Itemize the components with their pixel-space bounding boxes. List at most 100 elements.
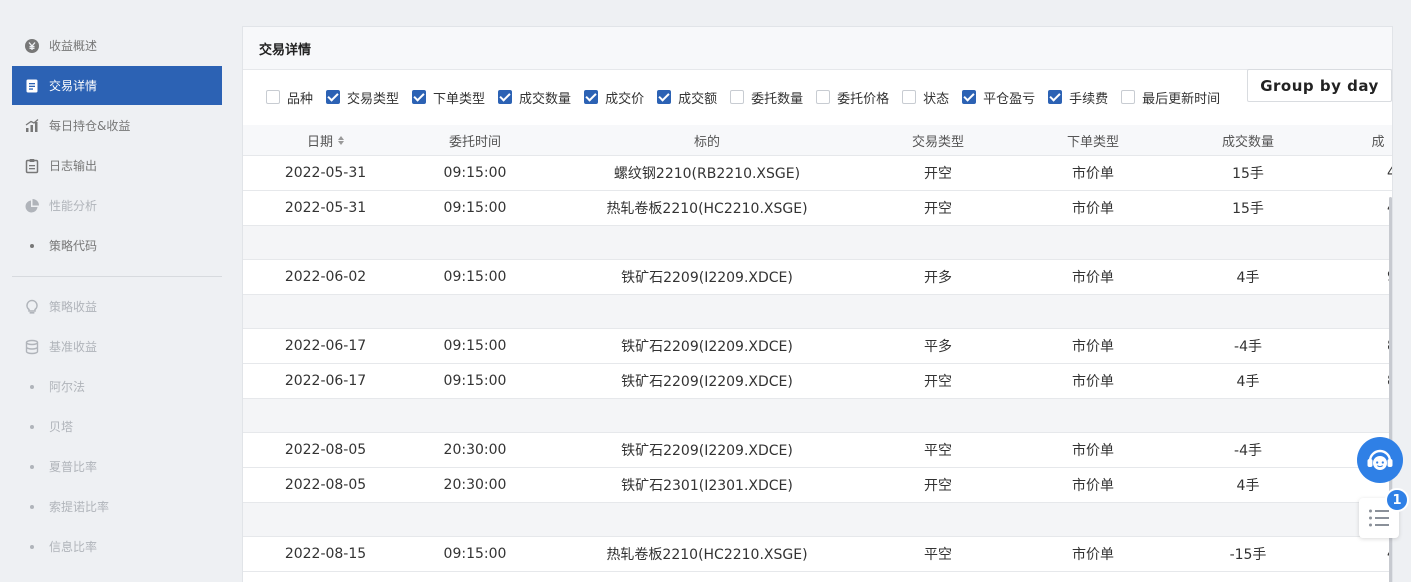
notification-badge: 1 xyxy=(1385,488,1409,512)
checkbox-unchecked-icon[interactable] xyxy=(266,90,280,104)
filter-checkbox-6[interactable]: 委托数量 xyxy=(730,88,803,107)
document-icon xyxy=(24,78,40,94)
sidebar-item-label: 日志输出 xyxy=(49,159,98,173)
cell-date: 2022-05-31 xyxy=(284,200,367,216)
filter-checkbox-7[interactable]: 委托价格 xyxy=(816,88,889,107)
sidebar-item-4[interactable]: 性能分析 xyxy=(12,186,222,225)
cell-trade_type: 开多 xyxy=(924,270,952,286)
cell-date: 2022-08-15 xyxy=(284,546,367,562)
cell-date: 2022-06-02 xyxy=(284,269,367,285)
filter-checkbox-0[interactable]: 品种 xyxy=(266,88,313,107)
cell-order_type: 市价单 xyxy=(1072,339,1114,355)
lightbulb-icon xyxy=(24,299,40,315)
cell-trade_type: 平多 xyxy=(924,339,952,355)
filter-label: 成交额 xyxy=(678,91,718,107)
cell-symbol: 铁矿石2209(I2209.XDCE) xyxy=(621,339,793,355)
filter-label: 状态 xyxy=(923,91,950,107)
filter-checkbox-9[interactable]: 平仓盈亏 xyxy=(962,88,1035,107)
table-row[interactable]: 2022-05-31 09:15:00 螺纹钢2210(RB2210.XSGE) 开空… xyxy=(243,156,1392,191)
cell-symbol: 铁矿石2209(I2209.XDCE) xyxy=(621,374,793,390)
sort-icon[interactable] xyxy=(338,136,344,145)
filter-checkbox-11[interactable]: 最后更新时间 xyxy=(1121,88,1220,107)
table-row[interactable]: 2022-08-15 09:15:00 热轧卷板2210(HC2210.XSGE) 平… xyxy=(243,537,1392,572)
sidebar-item-0[interactable]: 收益概述 xyxy=(12,26,222,65)
table-row[interactable]: 2022-06-02 09:15:00 铁矿石2209(I2209.XDCE) 开多 市… xyxy=(243,260,1392,295)
column-header-label: 下单类型 xyxy=(1066,135,1119,150)
trade-details-panel: 交易详情 品种 交易类型 下单类型 成交数量 成交价 成交额 委托数量 委托价格 状态 平仓盈亏手… xyxy=(242,26,1393,582)
cell-trade_type: 开空 xyxy=(924,166,952,182)
sidebar-item-1[interactable]: 交易详情 xyxy=(12,66,222,105)
checkbox-checked-icon[interactable] xyxy=(412,90,427,104)
cell-order_type: 市价单 xyxy=(1072,201,1114,217)
column-header-0[interactable]: 日期 xyxy=(263,125,388,156)
customer-support-button[interactable] xyxy=(1357,437,1403,483)
panel-title: 交易详情 xyxy=(243,27,1392,70)
column-header-2: 标的 xyxy=(557,125,857,156)
sidebar-item-3[interactable]: 日志输出 xyxy=(12,146,222,185)
table-row[interactable]: 2022-06-17 09:15:00 铁矿石2209(I2209.XDCE) 平多 市… xyxy=(243,329,1392,364)
filter-label: 成交价 xyxy=(605,91,645,107)
sidebar-item-2[interactable]: 每日持仓&收益 xyxy=(12,106,222,145)
checkbox-checked-icon[interactable] xyxy=(962,90,977,104)
column-header-label: 标的 xyxy=(693,135,720,150)
sidebar-item-6[interactable]: 策略收益 xyxy=(12,287,222,326)
sidebar-item-8[interactable]: 阿尔法 xyxy=(12,367,222,406)
filter-checkbox-2[interactable]: 下单类型 xyxy=(412,88,485,107)
checkbox-unchecked-icon[interactable] xyxy=(816,90,831,104)
cell-next: 9 xyxy=(1353,260,1392,294)
column-header-label: 交易类型 xyxy=(911,135,964,150)
sidebar-item-label: 信息比率 xyxy=(49,540,98,554)
filter-label: 下单类型 xyxy=(433,91,486,107)
cell-order_type: 市价单 xyxy=(1072,478,1114,494)
filter-checkbox-1[interactable]: 交易类型 xyxy=(326,88,399,107)
cell-qty: 15手 xyxy=(1232,201,1264,217)
trades-table: 日期 委托时间 标的 交易类型 下单类型 成交数量 成 2022-05-31 09:15:00… xyxy=(243,125,1392,572)
dot-icon xyxy=(24,539,40,555)
filter-checkbox-4[interactable]: 成交价 xyxy=(584,88,644,107)
cell-qty: -4手 xyxy=(1234,339,1262,355)
checkbox-unchecked-icon[interactable] xyxy=(730,90,745,104)
column-header-6: 成 xyxy=(1353,125,1392,156)
sidebar-item-9[interactable]: 贝塔 xyxy=(12,407,222,446)
checkbox-checked-icon[interactable] xyxy=(498,90,513,104)
sidebar-item-11[interactable]: 索提诺比率 xyxy=(12,487,222,526)
sidebar-item-5[interactable]: 策略代码 xyxy=(12,226,222,265)
table-row[interactable]: 2022-05-31 09:15:00 热轧卷板2210(HC2210.XSGE) 开… xyxy=(243,191,1392,226)
checkbox-unchecked-icon[interactable] xyxy=(1121,90,1136,104)
cell-symbol: 热轧卷板2210(HC2210.XSGE) xyxy=(606,547,808,563)
group-separator xyxy=(243,503,1392,537)
cell-symbol: 热轧卷板2210(HC2210.XSGE) xyxy=(606,201,808,217)
checkbox-checked-icon[interactable] xyxy=(326,90,341,104)
dot-icon xyxy=(24,459,40,475)
cell-date: 2022-08-05 xyxy=(284,442,367,458)
group-by-day-button[interactable]: Group by day xyxy=(1247,69,1392,102)
sidebar-item-12[interactable]: 信息比率 xyxy=(12,527,222,566)
cell-order_type: 市价单 xyxy=(1072,166,1114,182)
table-row[interactable]: 2022-08-05 20:30:00 铁矿石2301(I2301.XDCE) 开空 市… xyxy=(243,468,1392,503)
checkbox-unchecked-icon[interactable] xyxy=(902,90,917,104)
checkbox-checked-icon[interactable] xyxy=(657,90,672,104)
cell-time: 09:15:00 xyxy=(443,373,507,389)
table-row[interactable]: 2022-06-17 09:15:00 铁矿石2209(I2209.XDCE) 开空 市… xyxy=(243,364,1392,399)
sidebar-item-10[interactable]: 夏普比率 xyxy=(12,447,222,486)
cell-qty: 15手 xyxy=(1232,166,1264,182)
filter-label: 委托数量 xyxy=(751,91,804,107)
sidebar-item-label: 夏普比率 xyxy=(49,460,98,474)
column-header-label: 成 xyxy=(1371,135,1385,150)
filter-checkbox-10[interactable]: 手续费 xyxy=(1048,88,1108,107)
sidebar-item-7[interactable]: 基准收益 xyxy=(12,327,222,366)
sidebar-item-label: 交易详情 xyxy=(49,79,98,93)
cell-order_type: 市价单 xyxy=(1072,547,1114,563)
cell-trade_type: 开空 xyxy=(924,201,952,217)
clipboard-icon xyxy=(24,158,40,174)
filter-checkbox-3[interactable]: 成交数量 xyxy=(498,88,571,107)
cell-time: 09:15:00 xyxy=(443,338,507,354)
dot-icon xyxy=(24,419,40,435)
filter-checkbox-5[interactable]: 成交额 xyxy=(657,88,717,107)
checkbox-checked-icon[interactable] xyxy=(1048,90,1063,104)
cell-date: 2022-05-31 xyxy=(284,165,367,181)
list-icon xyxy=(1369,509,1389,527)
checkbox-checked-icon[interactable] xyxy=(584,90,599,104)
table-row[interactable]: 2022-08-05 20:30:00 铁矿石2209(I2209.XDCE) 平空 市… xyxy=(243,433,1392,468)
filter-checkbox-8[interactable]: 状态 xyxy=(902,88,949,107)
